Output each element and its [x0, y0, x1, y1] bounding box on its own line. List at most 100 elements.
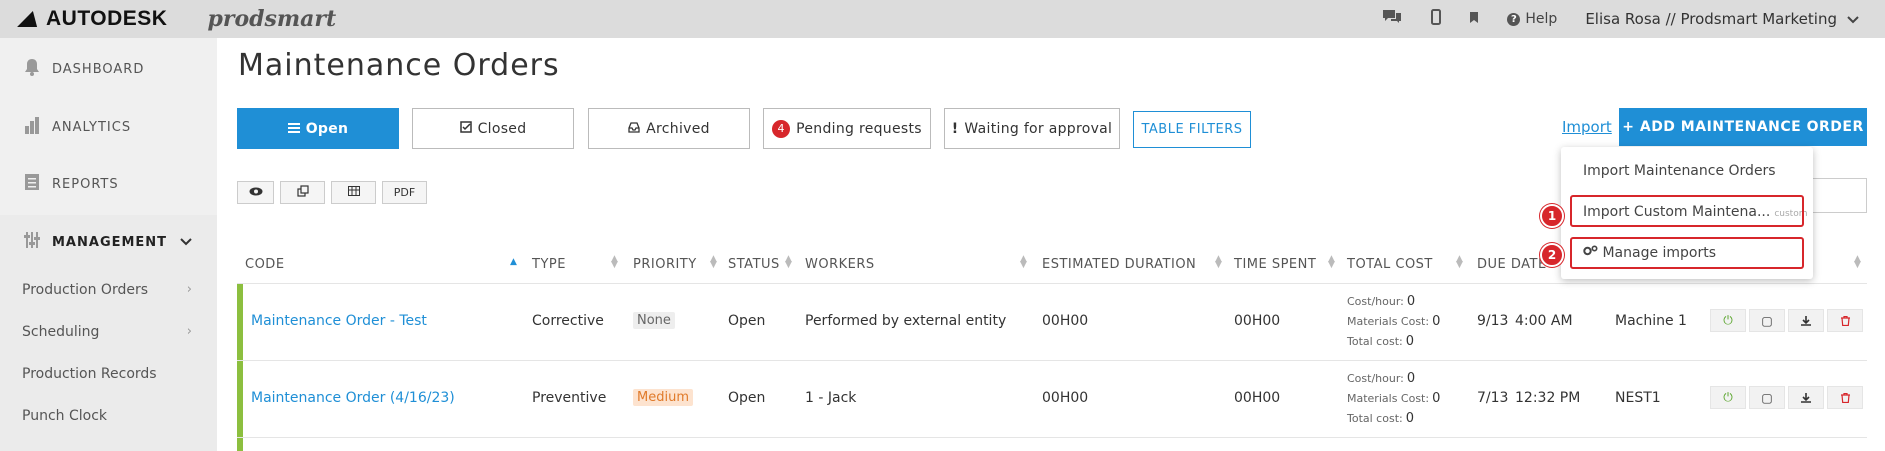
square-icon[interactable]: ▢ [1749, 386, 1785, 409]
export-pdf-button[interactable]: PDF [382, 181, 427, 204]
order-status: Open [728, 390, 766, 406]
exclamation-icon: ! [951, 120, 959, 137]
power-icon[interactable]: ⏻ [1710, 309, 1746, 332]
order-costs: Cost/hour: 0 Materials Cost: 0 Total cost:… [1347, 292, 1440, 352]
chevron-right-icon: › [186, 324, 192, 339]
column-header-estimated-duration[interactable]: ESTIMATED DURATION [1042, 257, 1196, 272]
cost-hour-value: 0 [1406, 371, 1416, 386]
cost-hour-label: Cost/hour: [1347, 295, 1404, 308]
sort-icon[interactable]: ▲ ▼ [1456, 255, 1463, 270]
total-cost-value: 0 [1405, 334, 1414, 349]
sidebar-item-reports[interactable]: REPORTS [22, 173, 119, 196]
sidebar-item-production-orders[interactable]: Production Orders › [22, 282, 192, 298]
bar-chart-icon [22, 116, 42, 139]
chat-icon[interactable] [1381, 8, 1403, 31]
column-header-priority[interactable]: PRIORITY [633, 257, 697, 272]
materials-cost-label: Materials Cost: [1347, 315, 1430, 328]
priority-badge: Medium [633, 389, 693, 406]
product-logo[interactable]: prodsmart [207, 6, 336, 32]
tab-waiting-for-approval[interactable]: ! Waiting for approval [944, 108, 1120, 149]
help-label: Help [1525, 11, 1558, 27]
due-time: 12:32 PM [1515, 390, 1581, 406]
square-icon[interactable]: ▢ [1749, 309, 1785, 332]
sidebar-item-analytics[interactable]: ANALYTICS [22, 116, 131, 139]
step-marker-1: 1 [1540, 204, 1564, 228]
sort-icon[interactable]: ▲ ▼ [1328, 255, 1335, 270]
table-divider [237, 360, 1867, 361]
tab-label: Archived [646, 120, 710, 137]
tab-open[interactable]: Open [237, 108, 399, 149]
row-status-marker [237, 284, 243, 360]
order-workers: Performed by external entity [805, 313, 1007, 329]
sort-icon[interactable]: ▲ ▼ [1215, 255, 1222, 270]
copy-button[interactable] [280, 181, 325, 204]
highlight-box-import-custom [1570, 195, 1804, 227]
brand-name: AUTODESK [46, 7, 168, 30]
bookmark-icon[interactable] [1469, 9, 1479, 29]
column-header-status[interactable]: STATUS [728, 257, 780, 272]
tab-pending-requests[interactable]: 4 Pending requests [763, 108, 931, 149]
export-excel-button[interactable] [331, 181, 376, 204]
autodesk-logo[interactable]: AUTODESK [17, 7, 168, 31]
help-link[interactable]: ? Help [1507, 11, 1557, 27]
add-maintenance-order-button[interactable]: + ADD MAINTENANCE ORDER [1619, 108, 1867, 146]
mobile-icon[interactable] [1431, 8, 1442, 30]
power-icon[interactable]: ⏻ [1710, 386, 1746, 409]
tab-archived[interactable]: Archived [588, 108, 750, 149]
sort-icon[interactable]: ▲ ▼ [611, 255, 618, 270]
column-header-time-spent[interactable]: TIME SPENT [1234, 257, 1316, 272]
tab-closed[interactable]: Closed [412, 108, 574, 149]
sidebar-item-management[interactable]: MANAGEMENT [22, 231, 167, 254]
sort-icon[interactable]: ▲ ▼ [1020, 255, 1027, 270]
order-costs: Cost/hour: 0 Materials Cost: 0 Total cost:… [1347, 369, 1440, 429]
table-icon [347, 186, 360, 199]
user-menu[interactable]: Elisa Rosa // Prodsmart Marketing [1585, 10, 1859, 28]
sort-icon[interactable]: ▲ ▼ [785, 255, 792, 270]
order-time-spent: 00H00 [1234, 390, 1281, 406]
sort-asc-icon[interactable]: ▲ [510, 258, 517, 267]
tab-label: Waiting for approval [964, 120, 1113, 137]
trash-icon[interactable] [1827, 309, 1863, 332]
step-marker-2: 2 [1540, 243, 1564, 267]
row-status-marker [237, 361, 243, 437]
sidebar-subitem-label: Punch Clock [22, 408, 107, 424]
menu-item-import-maintenance-orders[interactable]: Import Maintenance Orders [1583, 163, 1776, 179]
sidebar-item-dashboard[interactable]: DASHBOARD [22, 58, 144, 81]
sidebar-item-punch-clock[interactable]: Punch Clock [22, 408, 192, 424]
sidebar-item-scheduling[interactable]: Scheduling › [22, 324, 192, 340]
top-bar: AUTODESK prodsmart ? Help Elisa Rosa // … [0, 0, 1885, 38]
sidebar-item-label: DASHBOARD [52, 62, 145, 77]
sidebar-subitem-label: Production Orders [22, 282, 149, 298]
column-header-type[interactable]: TYPE [532, 257, 566, 272]
sort-icon[interactable]: ▲ ▼ [710, 255, 717, 270]
due-date: 7/13 [1477, 390, 1509, 406]
due-date: 9/13 [1477, 313, 1509, 329]
autodesk-mark-icon [17, 11, 43, 27]
top-right-nav: ? Help Elisa Rosa // Prodsmart Marketing [1381, 0, 1859, 38]
table-divider [237, 437, 1867, 438]
chevron-down-icon[interactable] [180, 235, 192, 249]
order-code-link[interactable]: Maintenance Order - Test [251, 313, 427, 329]
due-time: 4:00 AM [1515, 313, 1573, 329]
view-columns-button[interactable] [237, 181, 274, 204]
column-header-workers[interactable]: WORKERS [805, 257, 875, 272]
download-icon[interactable] [1788, 386, 1824, 409]
page-title: Maintenance Orders [238, 48, 560, 83]
download-icon[interactable] [1788, 309, 1824, 332]
column-header-total-cost[interactable]: TOTAL COST [1347, 257, 1433, 272]
order-code-link[interactable]: Maintenance Order (4/16/23) [251, 390, 455, 406]
total-cost-value: 0 [1405, 411, 1414, 426]
import-link[interactable]: Import [1562, 118, 1612, 136]
sidebar-subitem-label: Scheduling [22, 324, 100, 340]
sidebar-item-production-records[interactable]: Production Records [22, 366, 192, 382]
trash-icon[interactable] [1827, 386, 1863, 409]
sort-icon[interactable]: ▲ ▼ [1854, 255, 1861, 270]
materials-cost-value: 0 [1432, 314, 1441, 329]
sidebar-subitem-label: Production Records [22, 366, 157, 382]
inbox-icon [628, 121, 640, 137]
eye-icon [249, 186, 263, 199]
table-filters-button[interactable]: TABLE FILTERS [1133, 111, 1251, 148]
column-header-code[interactable]: CODE [245, 257, 285, 272]
column-header-due-date[interactable]: DUE DATE [1477, 257, 1547, 272]
sliders-icon [22, 231, 42, 254]
